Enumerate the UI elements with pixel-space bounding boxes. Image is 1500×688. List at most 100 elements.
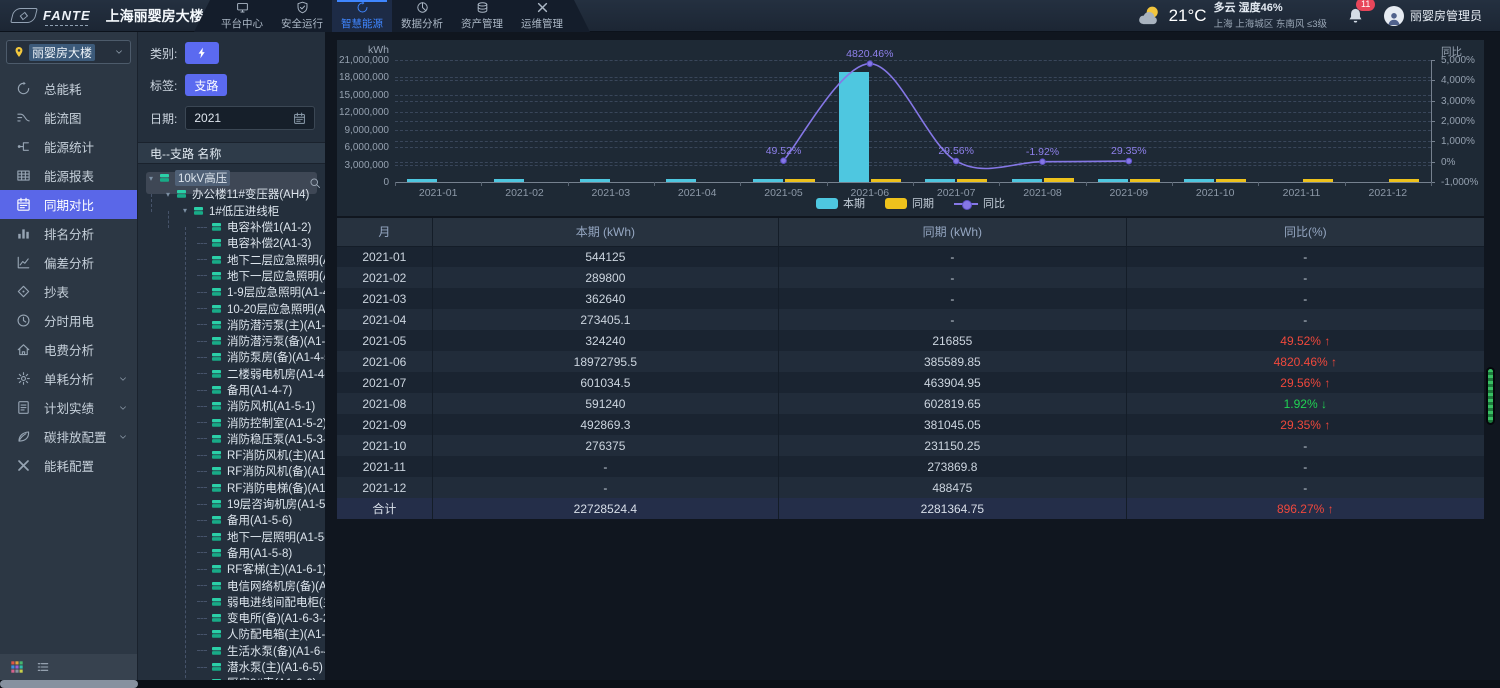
cell-month: 2021-01 <box>337 246 432 267</box>
tree-node[interactable]: 人防配电箱(主)(A1-6-4-1) <box>138 626 325 642</box>
tree-node[interactable]: 消防潜污泵(备)(A1-4-4-2) <box>138 333 325 349</box>
ranking-icon <box>16 226 31 241</box>
circuit-node-icon <box>210 498 223 510</box>
sidebar-item[interactable]: 分时用电 <box>0 306 137 335</box>
chevron-down-icon <box>118 432 128 442</box>
list-view-icon[interactable] <box>36 660 50 674</box>
temperature: 21°C <box>1169 6 1207 26</box>
cell-yoy: - <box>1126 309 1484 330</box>
sidebar-item[interactable]: 能源统计 <box>0 132 137 161</box>
date-picker[interactable] <box>185 106 315 130</box>
circuit-node-icon <box>210 563 223 575</box>
tree-node[interactable]: 电信网络机房(备)(A1-6-2) <box>138 577 325 593</box>
building-selector[interactable]: 丽婴房大楼 <box>6 40 131 64</box>
expand-arrow-icon[interactable]: ▾ <box>180 206 190 215</box>
apps-grid-icon[interactable] <box>10 660 24 674</box>
cell-previous: 488475 <box>779 477 1127 498</box>
top-nav-item[interactable]: 智慧能源 <box>332 0 392 32</box>
tree-node[interactable]: ▾1#低压进线柜 <box>138 203 325 219</box>
tree-node[interactable]: RF消防风机(备)(A1-5-4-1) <box>138 463 325 479</box>
sidebar-item[interactable]: 计划实绩 <box>0 393 137 422</box>
top-nav-item[interactable]: 运维管理 <box>512 0 572 32</box>
tree-node[interactable]: 潜水泵(主)(A1-6-5) <box>138 659 325 675</box>
top-nav-item[interactable]: 数据分析 <box>392 0 452 32</box>
company-logo-icon <box>10 8 38 23</box>
top-nav-item[interactable]: 平台中心 <box>212 0 272 32</box>
category-label: 类别: <box>150 45 177 62</box>
cell-month: 2021-11 <box>337 456 432 477</box>
category-electricity-chip[interactable] <box>185 42 219 64</box>
legend-item[interactable]: 本期 <box>816 195 865 211</box>
user-menu[interactable]: 丽婴房管理员 <box>1384 6 1482 26</box>
stats-icon <box>16 139 31 154</box>
sidebar-item[interactable]: 总能耗 <box>0 74 137 103</box>
tree-node[interactable]: 弱电进线间配电柜(主)(A1-6 <box>138 594 325 610</box>
cell-current: 324240 <box>432 330 778 351</box>
home-icon <box>16 342 31 357</box>
tree-node[interactable]: 二楼弱电机房(A1-4-6) <box>138 366 325 382</box>
table-header-cell: 本期 (kWh) <box>432 218 778 246</box>
circuit-node-icon <box>210 335 223 347</box>
tree-node[interactable]: RF消防风机(主)(A1-5-3-2) <box>138 447 325 463</box>
cell-yoy: - <box>1126 288 1484 309</box>
diamond-icon <box>16 284 31 299</box>
sidebar-item[interactable]: 能源报表 <box>0 161 137 190</box>
legend-item[interactable]: 同比 <box>954 195 1005 211</box>
circuit-node-icon <box>210 465 223 477</box>
cell-month: 2021-10 <box>337 435 432 456</box>
expand-arrow-icon[interactable]: ▾ <box>163 190 173 199</box>
tree-node[interactable]: 1-9层应急照明(A1-4-3-1) <box>138 284 325 300</box>
sidebar-item[interactable]: 单耗分析 <box>0 364 137 393</box>
chevron-down-icon <box>118 403 128 413</box>
tree-node[interactable]: 消防稳压泵(A1-5-3-1) <box>138 431 325 447</box>
tree-node[interactable]: 消防风机(A1-5-1) <box>138 398 325 414</box>
sidebar-item[interactable]: 同期对比 <box>0 190 137 219</box>
tree-node[interactable]: 备用(A1-4-7) <box>138 382 325 398</box>
sidebar-item[interactable]: 抄表 <box>0 277 137 306</box>
tree-node[interactable]: 备用(A1-5-8) <box>138 545 325 561</box>
tree-node[interactable]: 电容补偿2(A1-3) <box>138 235 325 251</box>
tree-node[interactable]: 10-20层应急照明(A1-4-3-2) <box>138 300 325 316</box>
vertical-scrollbar[interactable] <box>1486 367 1495 425</box>
sidebar-item[interactable]: 碳排放配置 <box>0 422 137 451</box>
top-nav-item[interactable]: 资产管理 <box>452 0 512 32</box>
tree-node[interactable]: 地下一层应急照明(A1-4-2) <box>138 268 325 284</box>
trend-icon <box>16 255 31 270</box>
notifications-button[interactable]: 11 <box>1347 7 1364 24</box>
expand-arrow-icon[interactable]: ▾ <box>146 174 156 183</box>
tree-node[interactable]: 备用(A1-5-6) <box>138 512 325 528</box>
tree-node[interactable]: RF消防电梯(备)(A1-5-4-2) <box>138 480 325 496</box>
top-nav-item[interactable]: 安全运行 <box>272 0 332 32</box>
sidebar-item[interactable]: 电费分析 <box>0 335 137 364</box>
cell-previous: 273869.8 <box>779 456 1127 477</box>
circuit-node-icon <box>210 645 223 657</box>
tree-node[interactable]: 地下一层照明(A1-5-7) <box>138 529 325 545</box>
sidebar: 丽婴房大楼 总能耗能流图能源统计能源报表同期对比排名分析偏差分析抄表分时用电电费… <box>0 32 137 688</box>
tree-node[interactable]: 消防控制室(A1-5-2) <box>138 414 325 430</box>
tag-branch-chip[interactable]: 支路 <box>185 74 227 96</box>
tree-node[interactable]: ▾办公楼11#变压器(AH4) <box>138 186 325 202</box>
tree-node[interactable]: 变电所(备)(A1-6-3-2) <box>138 610 325 626</box>
sidebar-item[interactable]: 偏差分析 <box>0 248 137 277</box>
date-input[interactable] <box>194 111 274 125</box>
tree-node[interactable]: 地下二层应急照明(A1-4-1) <box>138 251 325 267</box>
tree-node[interactable]: 消防泵房(备)(A1-4-5) <box>138 349 325 365</box>
building-selector-value: 丽婴房大楼 <box>29 44 95 61</box>
tree-node[interactable]: 19层咨询机房(A1-5-5) <box>138 496 325 512</box>
tag-label: 标签: <box>150 77 177 94</box>
legend-item[interactable]: 同期 <box>885 195 934 211</box>
tree-node[interactable]: 生活水泵(备)(A1-6-4-2) <box>138 643 325 659</box>
horizontal-scrollbar[interactable] <box>0 680 138 688</box>
weather-icon <box>1136 3 1162 29</box>
sidebar-item[interactable]: 能流图 <box>0 103 137 132</box>
yoy-annotation: 29.56% <box>938 145 974 157</box>
sidebar-item[interactable]: 排名分析 <box>0 219 137 248</box>
lightning-icon <box>196 47 208 59</box>
tree-node[interactable]: 电容补偿1(A1-2) <box>138 219 325 235</box>
table-row: 2021-0532424021685549.52% ↑ <box>337 330 1484 351</box>
circuit-node-icon <box>210 286 223 298</box>
tree-node[interactable]: 消防潜污泵(主)(A1-4-4-1) <box>138 317 325 333</box>
tree-node[interactable]: ▾10kV高压 <box>138 170 325 186</box>
sidebar-item[interactable]: 能耗配置 <box>0 451 137 480</box>
tree-node[interactable]: RF客梯(主)(A1-6-1) <box>138 561 325 577</box>
